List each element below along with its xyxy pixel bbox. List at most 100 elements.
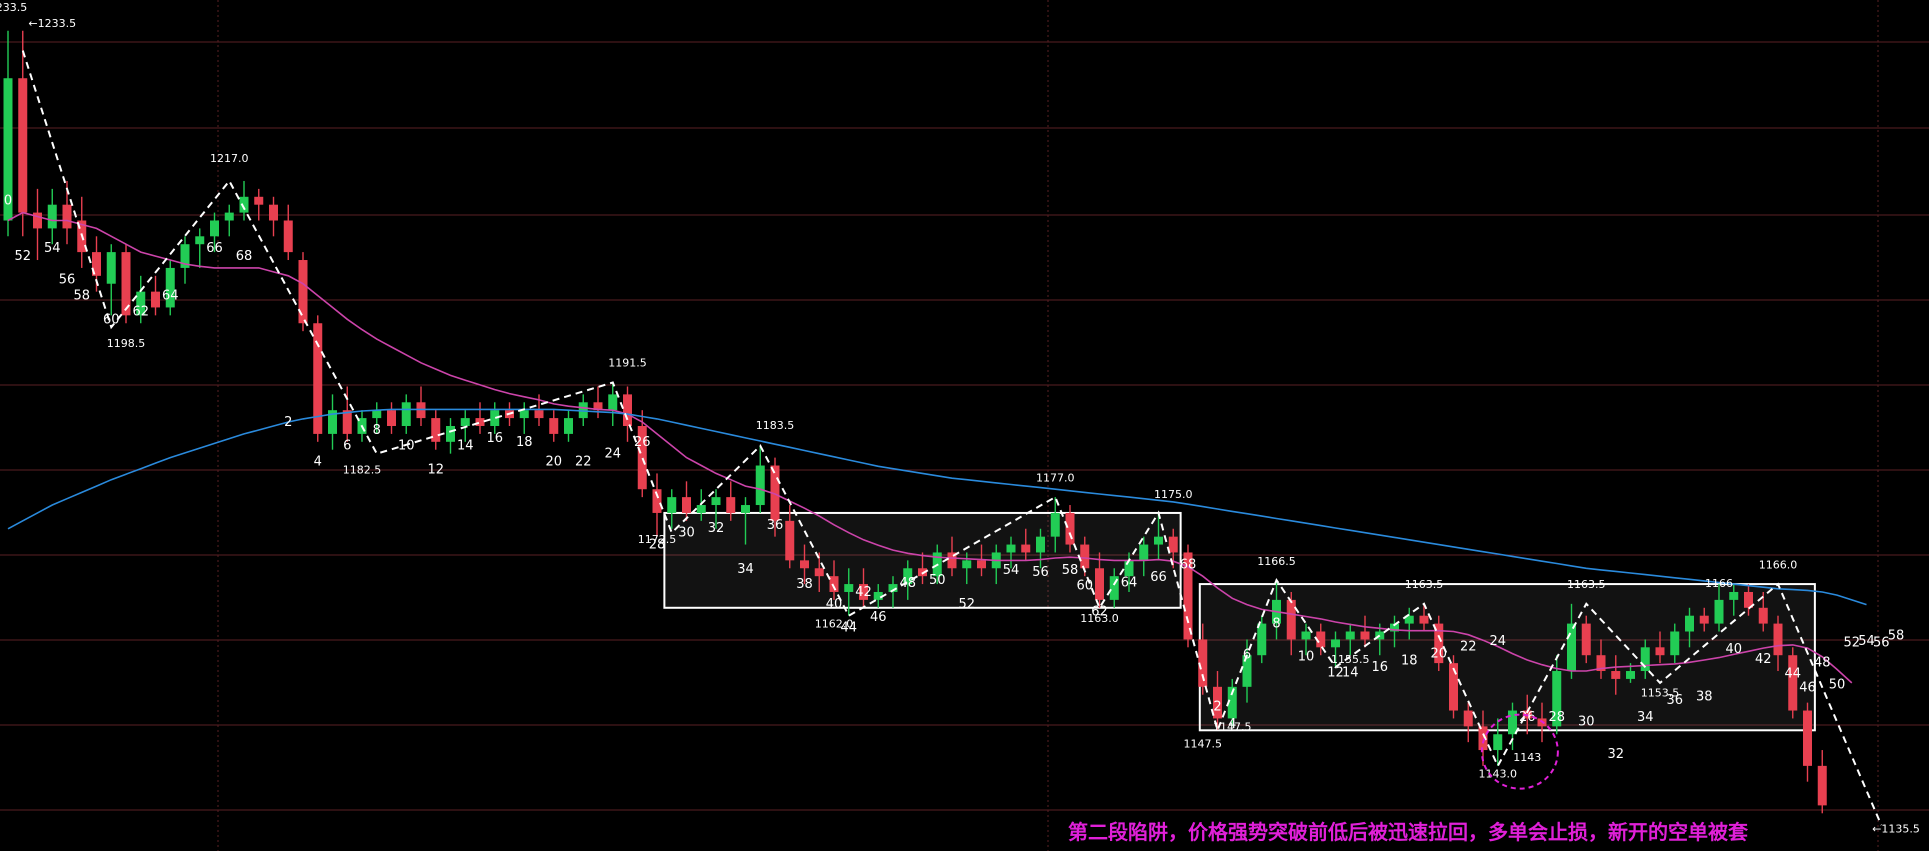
wave-count-label: 46 [870, 610, 887, 625]
candle-body [711, 497, 721, 506]
price-label: 1147.5 [1184, 738, 1223, 751]
price-label: 1198.5 [107, 337, 146, 350]
candle-body [1803, 710, 1812, 766]
wave-count-label: 20 [1430, 647, 1447, 662]
wave-count-label: 8 [373, 423, 381, 438]
wave-count-label: 26 [634, 435, 651, 450]
candle-body [977, 560, 986, 569]
candle-body [254, 196, 264, 205]
wave-count-label: 10 [398, 439, 415, 454]
wave-count-label: 34 [737, 562, 754, 577]
candle-body [1655, 647, 1665, 656]
wave-count-label: 42 [1755, 652, 1772, 667]
wave-count-label: 60 [1076, 579, 1093, 594]
candle-body [18, 78, 28, 213]
candle-body [1729, 591, 1739, 600]
price-label: ←1135.5 [1872, 822, 1920, 835]
wave-count-label: 52 [958, 597, 975, 612]
candle-body [608, 394, 618, 411]
candle-body [696, 505, 706, 513]
wave-count-label: 42 [855, 585, 872, 600]
wave-count-label: 6 [1243, 647, 1251, 662]
wave-count-label: 22 [1460, 639, 1477, 654]
candle-body [210, 220, 219, 237]
wave-count-label: 44 [1784, 666, 1801, 681]
candle-body [224, 212, 234, 221]
candle-body [1331, 639, 1340, 648]
candle-body [549, 418, 559, 434]
candle-body [1124, 560, 1134, 577]
candle-body [785, 520, 795, 561]
candle-body [1773, 623, 1783, 656]
wave-count-label: 38 [1696, 689, 1713, 704]
candle-body [1463, 710, 1473, 727]
candle-body [372, 410, 382, 419]
candle-body [1640, 647, 1650, 672]
candle-body [1021, 544, 1031, 553]
wave-count-label: 24 [604, 447, 621, 462]
candle-body [829, 576, 839, 592]
candle-body [1286, 599, 1296, 640]
wave-count-label: 18 [1401, 654, 1418, 669]
candle-body [475, 418, 485, 426]
candle-body [1567, 623, 1576, 672]
candle-body [1581, 623, 1591, 656]
wave-count-label: 8 [1272, 617, 1280, 632]
wave-count-label: 16 [486, 431, 503, 446]
wave-count-label: 20 [545, 455, 562, 470]
price-label: 1166.0 [1759, 558, 1798, 571]
candle-body [1065, 512, 1075, 545]
candle-body [1788, 655, 1798, 711]
wave-count-label: 46 [1799, 681, 1816, 696]
wave-count-label: 38 [796, 577, 813, 592]
candle-body [195, 236, 205, 245]
wave-count-label: 10 [1298, 650, 1315, 665]
wave-count-label: 14 [457, 439, 474, 454]
wave-count-label: 58 [1062, 563, 1079, 578]
wave-count-label: 18 [516, 435, 533, 450]
candle-body [1493, 734, 1503, 751]
candle-body [519, 410, 529, 419]
candle-body [1817, 765, 1827, 806]
price-label: 1182.5 [343, 463, 382, 476]
candle-body [1345, 631, 1355, 640]
candle-body [1419, 615, 1429, 624]
wave-count-label: 62 [132, 304, 149, 319]
wave-count-label: 36 [1666, 693, 1683, 708]
candle-body [755, 465, 765, 506]
wave-count-label: 54 [1003, 563, 1020, 578]
candle-body [814, 568, 824, 577]
candle-body [1301, 631, 1311, 640]
candle-body [1139, 544, 1149, 561]
wave-count-label: 48 [1814, 655, 1831, 670]
wave-count-label: 66 [1150, 570, 1167, 585]
price-label: 1233.5 [0, 1, 27, 14]
wave-count-label: 30 [678, 526, 695, 541]
candle-body [1685, 615, 1694, 632]
wave-count-label: 36 [767, 518, 784, 533]
candle-body [62, 204, 72, 229]
wave-count-label: 54 [44, 241, 61, 256]
wave-count-label: 64 [1121, 575, 1138, 590]
candle-body [1154, 536, 1163, 545]
candle-body [1006, 544, 1016, 553]
candle-body [106, 252, 116, 284]
wave-count-label: 12 [427, 462, 444, 477]
price-label: 1166 [1705, 577, 1733, 590]
wave-count-label: 56 [1032, 565, 1049, 580]
price-label: 1143 [1513, 751, 1541, 764]
candle-body [726, 497, 736, 513]
wave-count-label: 2 [1213, 700, 1221, 715]
candle-body [962, 560, 972, 569]
candle-body [741, 505, 750, 513]
candle-body [269, 204, 278, 221]
wave-count-label: 30 [1578, 715, 1595, 730]
price-label: 1183.5 [756, 419, 795, 432]
candle-body [1080, 544, 1090, 569]
wave-count-label: 4 [314, 455, 322, 470]
candle-body [1626, 671, 1635, 679]
candlestick-chart: 1233.5←1233.5 1198.5 1217.0 1182.5 1191.5 117… [0, 0, 1929, 851]
wave-count-label: 14 [1342, 666, 1359, 681]
candle-body [1095, 568, 1104, 600]
candle-body [1714, 599, 1724, 624]
